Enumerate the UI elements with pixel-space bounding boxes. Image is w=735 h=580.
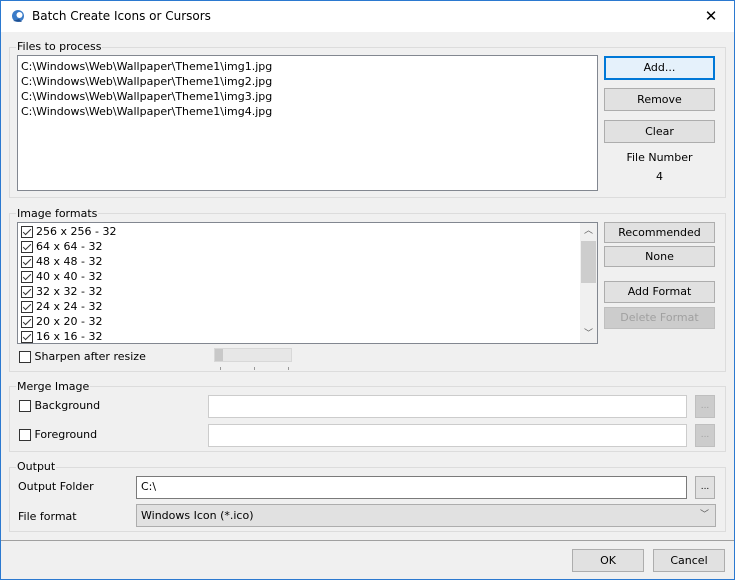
- format-label: 40 x 40 - 32: [36, 270, 103, 283]
- format-list-item[interactable]: 64 x 64 - 32: [18, 239, 597, 254]
- scroll-down-icon[interactable]: ﹀: [580, 326, 597, 343]
- format-label: 32 x 32 - 32: [36, 285, 103, 298]
- background-label: Background: [34, 399, 101, 412]
- file-list-item[interactable]: C:\Windows\Web\Wallpaper\Theme1\img3.jpg: [18, 89, 597, 104]
- formats-scrollbar[interactable]: ︿ ﹀: [580, 223, 597, 343]
- slider-tick: [254, 367, 255, 370]
- slider-tick: [288, 367, 289, 370]
- close-button[interactable]: ✕: [688, 1, 734, 32]
- slider-tick: [220, 367, 221, 370]
- file-number-label: File Number: [626, 151, 693, 164]
- format-label: 24 x 24 - 32: [36, 300, 103, 313]
- format-label: 256 x 256 - 32: [36, 225, 117, 238]
- files-group-label: Files to process: [16, 40, 103, 53]
- format-list-item[interactable]: 16 x 16 - 32: [18, 329, 597, 343]
- footer-divider: [1, 540, 734, 541]
- foreground-label: Foreground: [34, 428, 98, 441]
- format-checkbox[interactable]: [21, 226, 33, 238]
- format-label: 16 x 16 - 32: [36, 330, 103, 343]
- format-list-item[interactable]: 20 x 20 - 32: [18, 314, 597, 329]
- add-button[interactable]: Add...: [604, 56, 715, 80]
- foreground-input[interactable]: [208, 424, 687, 447]
- format-checkbox[interactable]: [21, 316, 33, 328]
- files-list[interactable]: C:\Windows\Web\Wallpaper\Theme1\img1.jpg…: [17, 55, 598, 191]
- format-checkbox[interactable]: [21, 331, 33, 343]
- formats-group-label: Image formats: [16, 207, 99, 220]
- format-checkbox[interactable]: [21, 271, 33, 283]
- background-input[interactable]: [208, 395, 687, 418]
- chevron-down-icon: ﹀: [699, 510, 709, 520]
- file-number-value: 4: [656, 170, 663, 183]
- formats-list[interactable]: 256 x 256 - 32 64 x 64 - 32 48 x 48 - 32 40…: [17, 222, 598, 344]
- ok-button[interactable]: OK: [572, 549, 644, 572]
- background-browse-button[interactable]: ...: [695, 395, 715, 418]
- format-list-item[interactable]: 48 x 48 - 32: [18, 254, 597, 269]
- format-label: 64 x 64 - 32: [36, 240, 103, 253]
- format-label: 48 x 48 - 32: [36, 255, 103, 268]
- file-list-item[interactable]: C:\Windows\Web\Wallpaper\Theme1\img2.jpg: [18, 74, 597, 89]
- file-list-item[interactable]: C:\Windows\Web\Wallpaper\Theme1\img4.jpg: [18, 104, 597, 119]
- dialog-window: Batch Create Icons or Cursors ✕ Files to…: [0, 0, 735, 580]
- format-list-item[interactable]: 32 x 32 - 32: [18, 284, 597, 299]
- foreground-browse-button[interactable]: ...: [695, 424, 715, 447]
- format-list-item[interactable]: 256 x 256 - 32: [18, 224, 597, 239]
- output-folder-input[interactable]: C:\: [136, 476, 687, 499]
- output-browse-button[interactable]: ...: [695, 476, 715, 499]
- format-list-item[interactable]: 24 x 24 - 32: [18, 299, 597, 314]
- delete-format-button[interactable]: Delete Format: [604, 307, 715, 329]
- format-checkbox[interactable]: [21, 241, 33, 253]
- scroll-thumb[interactable]: [581, 241, 596, 283]
- file-list-item[interactable]: C:\Windows\Web\Wallpaper\Theme1\img1.jpg: [18, 59, 597, 74]
- scroll-up-icon[interactable]: ︿: [580, 223, 597, 240]
- format-label: 20 x 20 - 32: [36, 315, 103, 328]
- file-format-value: Windows Icon (*.ico): [141, 509, 254, 522]
- output-group-label: Output: [16, 460, 57, 473]
- background-checkbox[interactable]: Background: [19, 399, 100, 412]
- format-checkbox[interactable]: [21, 256, 33, 268]
- recommended-button[interactable]: Recommended: [604, 222, 715, 243]
- sharpen-slider[interactable]: [214, 348, 292, 362]
- title-bar: Batch Create Icons or Cursors ✕: [1, 1, 734, 32]
- format-list-item[interactable]: 40 x 40 - 32: [18, 269, 597, 284]
- app-icon: [12, 10, 24, 22]
- output-folder-label: Output Folder: [18, 480, 94, 493]
- none-button[interactable]: None: [604, 246, 715, 267]
- clear-button[interactable]: Clear: [604, 120, 715, 143]
- add-format-button[interactable]: Add Format: [604, 281, 715, 303]
- remove-button[interactable]: Remove: [604, 88, 715, 111]
- format-checkbox[interactable]: [21, 301, 33, 313]
- format-checkbox[interactable]: [21, 286, 33, 298]
- sharpen-checkbox[interactable]: Sharpen after resize: [19, 350, 146, 363]
- merge-group-label: Merge Image: [16, 380, 91, 393]
- file-format-label: File format: [18, 510, 77, 523]
- file-format-select[interactable]: Windows Icon (*.ico) ﹀: [136, 504, 716, 527]
- sharpen-label: Sharpen after resize: [34, 350, 146, 363]
- slider-thumb[interactable]: [215, 349, 223, 361]
- cancel-button[interactable]: Cancel: [653, 549, 725, 572]
- window-title: Batch Create Icons or Cursors: [32, 9, 211, 23]
- foreground-checkbox[interactable]: Foreground: [19, 428, 97, 441]
